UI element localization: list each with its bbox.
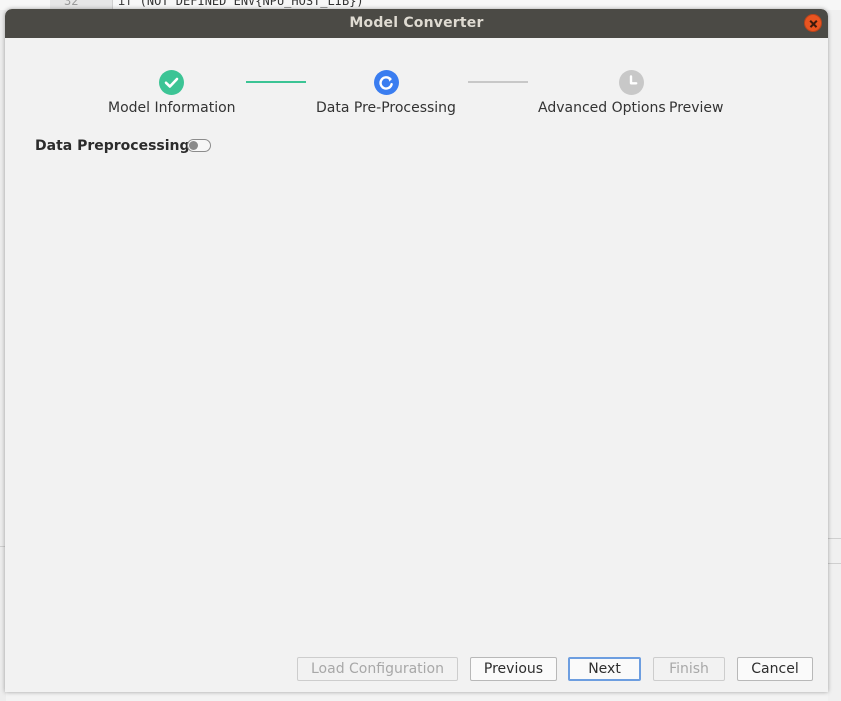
load-configuration-button[interactable]: Load Configuration: [297, 657, 458, 681]
step-advanced-options: Advanced Options: [538, 100, 666, 116]
step-preview: Preview: [669, 100, 724, 116]
step-connector-pending: [468, 81, 528, 83]
next-button[interactable]: Next: [568, 657, 641, 681]
data-preprocessing-label: Data Preprocessing: [35, 138, 190, 154]
close-button[interactable]: [804, 14, 822, 32]
cancel-button[interactable]: Cancel: [737, 657, 813, 681]
step-connector-completed: [246, 81, 306, 83]
dialog-title: Model Converter: [349, 15, 484, 31]
step-data-pre-processing: Data Pre-Processing: [316, 100, 456, 116]
refresh-circle-icon: [374, 70, 399, 95]
clock-icon: [619, 70, 644, 95]
check-circle-icon: [159, 70, 184, 95]
editor-line-number: 32: [64, 0, 79, 8]
finish-button[interactable]: Finish: [653, 657, 725, 681]
background-right-panel: [828, 10, 841, 701]
model-converter-dialog: Model Converter Model Information Data P…: [5, 9, 828, 692]
dialog-titlebar[interactable]: Model Converter: [5, 9, 828, 38]
toggle-knob: [189, 141, 198, 150]
editor-code-line: if (NOT DEFINED ENV{NPU_HOST_LIB}): [118, 0, 364, 8]
step-model-information: Model Information: [108, 100, 236, 116]
data-preprocessing-toggle[interactable]: [187, 139, 211, 152]
previous-button[interactable]: Previous: [470, 657, 557, 681]
